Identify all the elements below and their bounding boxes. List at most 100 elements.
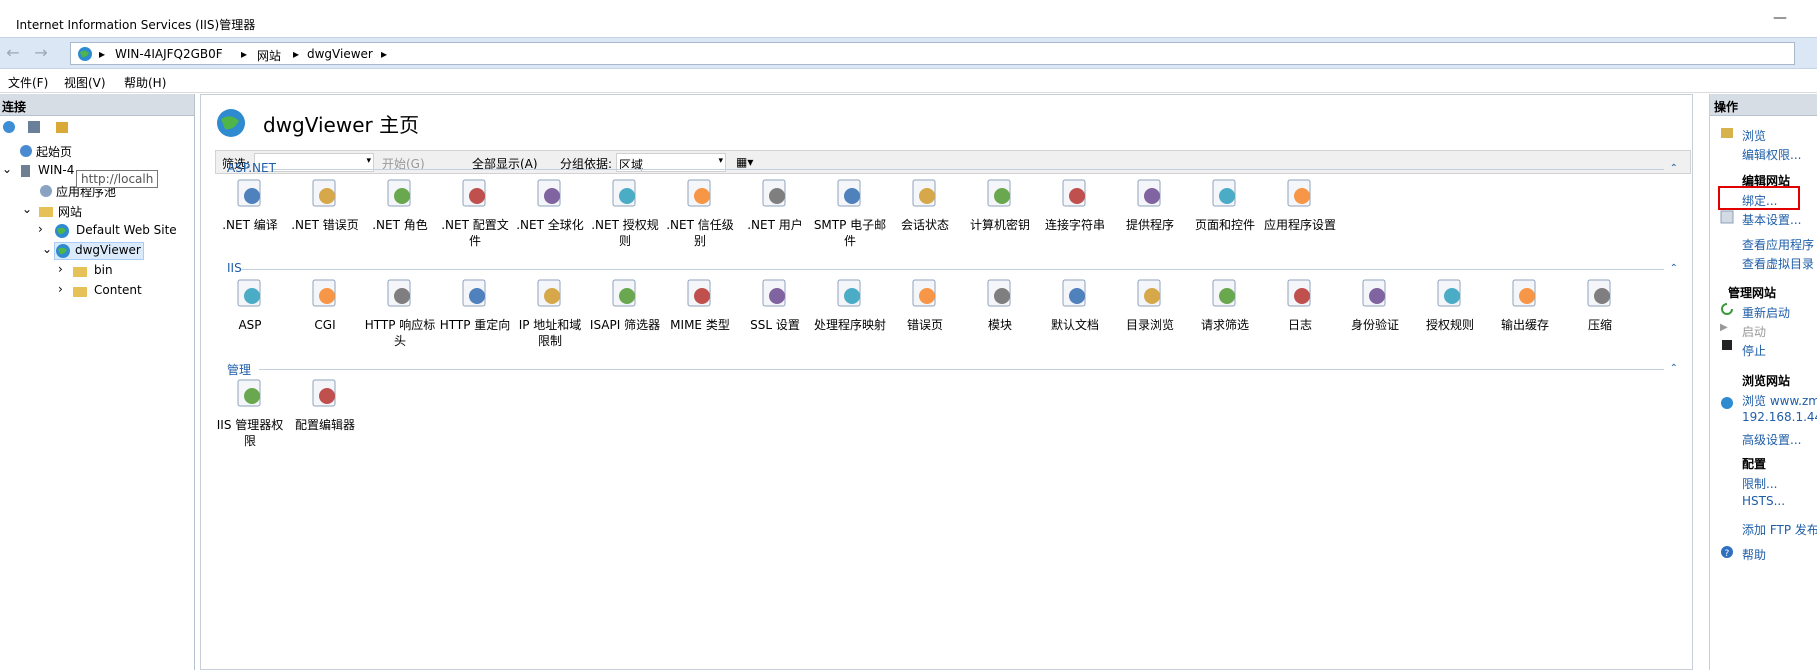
feature-item[interactable]: 压缩: [1563, 277, 1637, 333]
feature-item[interactable]: 计算机密钥: [963, 177, 1037, 233]
globe-icon: [56, 244, 70, 258]
back-arrow-icon[interactable]: ←: [4, 44, 22, 62]
feature-item[interactable]: .NET 授权规则: [588, 177, 662, 249]
browse-url-ip[interactable]: 192.168.1.44:: [1742, 410, 1817, 424]
feature-item[interactable]: IIS 管理器权限: [213, 377, 287, 449]
feature-item[interactable]: HTTP 重定向: [438, 277, 512, 333]
feature-item[interactable]: 提供程序: [1113, 177, 1187, 233]
feature-icon: [837, 179, 861, 207]
feature-item[interactable]: 请求筛选: [1188, 277, 1262, 333]
help-action[interactable]: 帮助: [1742, 546, 1766, 563]
advanced-settings-action[interactable]: 高级设置...: [1742, 431, 1801, 448]
section-header[interactable]: IIS: [227, 261, 242, 275]
feature-label: .NET 错误页: [291, 218, 359, 232]
config-heading: 配置: [1742, 457, 1767, 471]
start-action[interactable]: 启动: [1742, 323, 1766, 340]
feature-label: MIME 类型: [670, 318, 730, 332]
feature-item[interactable]: 授权规则: [1413, 277, 1487, 333]
view-virtual-dirs-action[interactable]: 查看虚拟目录: [1742, 255, 1814, 272]
feature-label: 页面和控件: [1194, 218, 1255, 232]
add-ftp-action[interactable]: 添加 FTP 发布: [1742, 521, 1817, 538]
expand-icon[interactable]: ›: [58, 282, 63, 296]
feature-item[interactable]: 会话状态: [888, 177, 962, 233]
breadcrumb-server[interactable]: WIN-4IAJFQ2GB0F: [115, 47, 223, 61]
section-divider: [273, 169, 1664, 170]
limits-action[interactable]: 限制...: [1742, 475, 1777, 492]
feature-label: 身份验证: [1350, 318, 1399, 332]
save-icon: [28, 121, 40, 133]
section-header[interactable]: 管理: [227, 361, 251, 378]
feature-item[interactable]: .NET 用户: [738, 177, 812, 233]
feature-item[interactable]: 日志: [1263, 277, 1337, 333]
help-icon: ?: [1721, 546, 1733, 559]
feature-item[interactable]: 连接字符串: [1038, 177, 1112, 233]
feature-item[interactable]: 页面和控件: [1188, 177, 1262, 233]
feature-icon: [537, 179, 561, 207]
view-mode-icon[interactable]: ▦▾: [736, 155, 753, 169]
feature-item[interactable]: 身份验证: [1338, 277, 1412, 333]
feature-item[interactable]: 处理程序映射: [813, 277, 887, 333]
feature-item[interactable]: IP 地址和域限制: [513, 277, 587, 349]
address-bar[interactable]: ▸ WIN-4IAJFQ2GB0F ▸ 网站 ▸ dwgViewer ▸: [70, 42, 1795, 65]
feature-icon: [237, 279, 261, 307]
section-collapse-icon[interactable]: ⌃: [1670, 163, 1678, 174]
feature-item[interactable]: MIME 类型: [663, 277, 737, 333]
browse-icon: [1721, 128, 1733, 138]
stop-action[interactable]: 停止: [1742, 342, 1766, 359]
feature-item[interactable]: 应用程序设置: [1263, 177, 1337, 233]
feature-item[interactable]: 配置编辑器: [288, 377, 362, 433]
feature-item[interactable]: .NET 信任级别: [663, 177, 737, 249]
tree-item-dwgviewer[interactable]: dwgViewer: [54, 242, 144, 260]
feature-item[interactable]: SSL 设置: [738, 277, 812, 333]
feature-label: 目录浏览: [1125, 318, 1174, 332]
forward-arrow-icon[interactable]: →: [32, 44, 50, 62]
feature-label: 模块: [987, 318, 1012, 332]
feature-label: 压缩: [1587, 318, 1612, 332]
features-view: dwgViewer 主页 筛选: ▾ 开始(G) 全部显示(A) 分组依据: 区…: [200, 94, 1693, 670]
section-header[interactable]: ASP.NET: [227, 161, 276, 175]
breadcrumb-sites[interactable]: 网站: [257, 47, 281, 64]
feature-item[interactable]: ISAPI 筛选器: [588, 277, 662, 333]
feature-item[interactable]: .NET 错误页: [288, 177, 362, 233]
highlight-box: [1718, 186, 1800, 210]
collapse-icon[interactable]: ⌄: [2, 162, 12, 176]
actions-pane: 操作 浏览 编辑权限... 编辑网站 绑定... 基本设置... 查看应用程序 …: [1709, 94, 1817, 670]
browse-url-action[interactable]: 浏览 www.zm: [1742, 392, 1817, 409]
expand-icon[interactable]: ›: [38, 222, 43, 236]
menu-view[interactable]: 视图(V): [64, 74, 106, 91]
feature-label: 错误页: [906, 318, 943, 332]
feature-item[interactable]: SMTP 电子邮件: [813, 177, 887, 249]
feature-label: .NET 全球化: [516, 218, 584, 232]
feature-item[interactable]: 错误页: [888, 277, 962, 333]
basic-settings-action[interactable]: 基本设置...: [1742, 211, 1801, 228]
restart-action[interactable]: 重新启动: [1742, 304, 1790, 321]
minimize-button[interactable]: —: [1773, 10, 1787, 26]
feature-icon: [612, 179, 636, 207]
collapse-icon[interactable]: ⌄: [22, 202, 32, 216]
view-applications-action[interactable]: 查看应用程序: [1742, 236, 1814, 253]
section-collapse-icon[interactable]: ⌃: [1670, 363, 1678, 374]
menu-help[interactable]: 帮助(H): [124, 74, 166, 91]
feature-item[interactable]: CGI: [288, 277, 362, 333]
feature-label: SSL 设置: [750, 318, 800, 332]
edit-permissions-action[interactable]: 编辑权限...: [1742, 146, 1801, 163]
feature-item[interactable]: 默认文档: [1038, 277, 1112, 333]
expand-icon[interactable]: ›: [58, 262, 63, 276]
feature-item[interactable]: .NET 角色: [363, 177, 437, 233]
breadcrumb-dwgviewer[interactable]: dwgViewer: [307, 47, 373, 61]
feature-item[interactable]: 模块: [963, 277, 1037, 333]
collapse-icon[interactable]: ⌄: [42, 242, 52, 256]
section-collapse-icon[interactable]: ⌃: [1670, 263, 1678, 274]
feature-item[interactable]: 输出缓存: [1488, 277, 1562, 333]
feature-item[interactable]: .NET 编译: [213, 177, 287, 233]
feature-item[interactable]: HTTP 响应标头: [363, 277, 437, 349]
feature-item[interactable]: .NET 配置文件: [438, 177, 512, 249]
svg-text:?: ?: [1725, 549, 1730, 559]
hsts-action[interactable]: HSTS...: [1742, 494, 1785, 508]
feature-item[interactable]: ASP: [213, 277, 287, 333]
feature-icon: [1137, 279, 1161, 307]
feature-item[interactable]: .NET 全球化: [513, 177, 587, 233]
browse-action[interactable]: 浏览: [1742, 127, 1766, 144]
feature-item[interactable]: 目录浏览: [1113, 277, 1187, 333]
menu-file[interactable]: 文件(F): [8, 74, 48, 91]
